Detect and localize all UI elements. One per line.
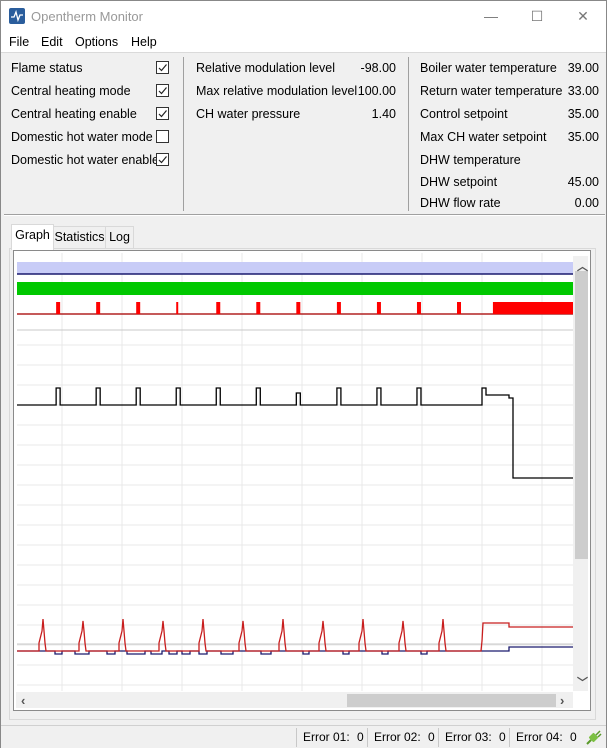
ch-mode-band (17, 282, 573, 295)
dhw-mode-band (17, 262, 573, 274)
menu-file[interactable]: File (9, 35, 29, 49)
window-title: Opentherm Monitor (31, 9, 143, 24)
checkbox-dhw-mode[interactable] (156, 130, 169, 143)
scroll-down-arrow-icon[interactable]: ﹀ (577, 674, 588, 690)
horizontal-scrollbar-thumb[interactable] (347, 694, 556, 707)
flame-pulse (296, 302, 301, 314)
flame-pulse (56, 302, 61, 314)
flame-pulse (457, 302, 462, 314)
label-dhw-temperature: DHW temperature (420, 153, 521, 167)
checkmark-icon (158, 64, 167, 72)
flame-on-block (492, 302, 573, 314)
status-bar: Error 01: 0 Error 02: 0 Error 03: 0 Erro… (1, 725, 606, 748)
graph-canvas (17, 253, 573, 691)
value-ch-water-pressure: 1.40 (371, 107, 396, 121)
flag-label-dhw-enable: Domestic hot water enable (11, 153, 159, 167)
error-03-value: 0 (499, 730, 506, 744)
label-max-relative-modulation: Max relative modulation level (196, 84, 358, 98)
status-error-04: Error 04: 0 (509, 728, 580, 747)
menu-options[interactable]: Options (75, 35, 118, 49)
menu-bar: File Edit Options Help (1, 32, 606, 53)
status-error-01: Error 01: 0 (296, 728, 367, 747)
label-boiler-water-temp: Boiler water temperature (420, 61, 557, 75)
label-max-ch-water-setpoint: Max CH water setpoint (420, 130, 547, 144)
flame-pulse (336, 302, 341, 314)
checkbox-dhw-enable[interactable] (156, 153, 169, 166)
section-divider-highlight (4, 215, 605, 216)
flame-pulse (416, 302, 421, 314)
checkmark-icon (158, 87, 167, 95)
value-dhw-flow-rate: 0.00 (574, 196, 599, 210)
flag-label-ch-enable: Central heating enable (11, 107, 137, 121)
scroll-left-arrow-icon[interactable]: ‹ (21, 693, 25, 708)
app-monitor-icon (9, 8, 25, 24)
value-control-setpoint: 35.00 (567, 107, 599, 121)
title-bar: Opentherm Monitor — ☐ ✕ (1, 1, 606, 32)
maximize-button[interactable]: ☐ (514, 1, 560, 32)
flag-label-flame-status: Flame status (11, 61, 83, 75)
close-button[interactable]: ✕ (560, 1, 606, 32)
value-dhw-setpoint: 45.00 (567, 175, 599, 189)
menu-edit[interactable]: Edit (41, 35, 63, 49)
minimize-button[interactable]: — (468, 1, 514, 32)
scroll-right-arrow-icon[interactable]: › (560, 693, 564, 708)
flame-pulse (136, 302, 141, 314)
status-error-03: Error 03: 0 (438, 728, 509, 747)
value-max-ch-water-setpoint: 35.00 (567, 130, 599, 144)
flame-pulse (216, 302, 221, 314)
error-02-value: 0 (428, 730, 435, 744)
scroll-up-arrow-icon[interactable]: ︿ (577, 258, 588, 274)
plug-connected-icon (586, 730, 602, 745)
vertical-scrollbar-thumb[interactable] (575, 271, 588, 559)
checkbox-ch-enable[interactable] (156, 107, 169, 120)
panel-divider (183, 57, 184, 211)
label-ch-water-pressure: CH water pressure (196, 107, 301, 121)
flame-pulse (176, 302, 179, 314)
error-01-label: Error 01: (303, 730, 350, 744)
checkbox-ch-mode[interactable] (156, 84, 169, 97)
value-relative-modulation: -98.00 (360, 61, 396, 75)
flame-pulse (96, 302, 101, 314)
boiler-temp-trace (17, 618, 573, 652)
main-window: Opentherm Monitor — ☐ ✕ File Edit Option… (0, 0, 607, 748)
error-04-value: 0 (570, 730, 577, 744)
checkmark-icon (158, 110, 167, 118)
value-max-relative-modulation: 100.00 (357, 84, 396, 98)
tab-statistics[interactable]: Statistics (52, 226, 107, 248)
value-return-water-temp: 33.00 (567, 84, 599, 98)
error-03-label: Error 03: (445, 730, 492, 744)
error-01-value: 0 (357, 730, 364, 744)
flag-label-ch-mode: Central heating mode (11, 84, 131, 98)
label-control-setpoint: Control setpoint (420, 107, 508, 121)
checkbox-flame-status[interactable] (156, 61, 169, 74)
label-dhw-flow-rate: DHW flow rate (420, 196, 501, 210)
label-dhw-setpoint: DHW setpoint (420, 175, 498, 189)
checkmark-icon (158, 156, 167, 164)
tab-log[interactable]: Log (105, 226, 134, 248)
label-relative-modulation: Relative modulation level (196, 61, 335, 75)
tab-graph[interactable]: Graph (11, 224, 54, 250)
panel-divider (408, 57, 409, 211)
error-04-label: Error 04: (516, 730, 563, 744)
value-boiler-water-temp: 39.00 (567, 61, 599, 75)
menu-help[interactable]: Help (131, 35, 157, 49)
status-error-02: Error 02: 0 (367, 728, 438, 747)
flame-pulse (376, 302, 381, 314)
flame-pulse (256, 302, 261, 314)
error-02-label: Error 02: (374, 730, 421, 744)
flag-label-dhw-mode: Domestic hot water mode (11, 130, 153, 144)
